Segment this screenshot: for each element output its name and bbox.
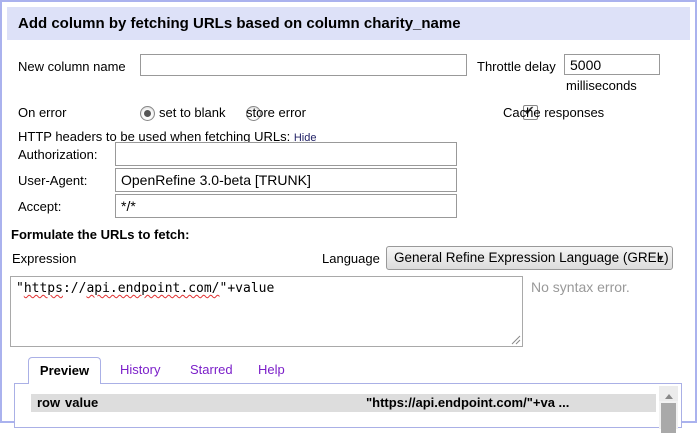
preview-panel: row value "https://api.endpoint.com/"+va… xyxy=(14,383,682,428)
language-label: Language xyxy=(322,251,380,267)
preview-table-header: row value "https://api.endpoint.com/"+va… xyxy=(31,394,656,412)
expression-text: api.endpoint.com/ xyxy=(86,281,219,296)
column-header-expression[interactable]: "https://api.endpoint.com/"+va ... xyxy=(366,394,569,412)
chevron-down-icon: ▼ xyxy=(656,247,665,270)
formulate-heading: Formulate the URLs to fetch: xyxy=(11,227,189,242)
authorization-input[interactable] xyxy=(115,142,457,166)
dialog-title: Add column by fetching URLs based on col… xyxy=(7,7,690,40)
column-header-row[interactable]: row xyxy=(37,394,60,412)
resize-handle-icon[interactable] xyxy=(511,335,521,345)
on-error-radio-set-to-blank[interactable] xyxy=(140,106,155,121)
language-select[interactable]: General Refine Expression Language (GREL… xyxy=(386,246,673,270)
header-row-label: Accept: xyxy=(18,199,61,215)
expression-text: :// xyxy=(63,281,86,296)
add-column-fetch-urls-dialog: Add column by fetching URLs based on col… xyxy=(0,0,697,423)
new-column-name-label: New column name xyxy=(18,59,126,75)
user-agent-input[interactable] xyxy=(115,168,457,192)
on-error-option-label[interactable]: set to blank xyxy=(159,105,226,121)
column-header-value[interactable]: value xyxy=(65,394,98,412)
syntax-status: No syntax error. xyxy=(531,279,630,295)
throttle-delay-label: Throttle delay xyxy=(477,59,556,75)
accept-input[interactable] xyxy=(115,194,457,218)
scrollbar-thumb[interactable] xyxy=(661,403,676,433)
scroll-up-icon xyxy=(665,394,673,399)
expression-text: https xyxy=(24,281,63,296)
cache-responses-label[interactable]: Cache responses xyxy=(503,105,604,121)
expression-textarea[interactable]: "https://api.endpoint.com/"+value xyxy=(10,276,523,347)
on-error-option-label[interactable]: store error xyxy=(246,105,306,121)
header-row-label: Authorization: xyxy=(18,147,98,163)
new-column-name-input[interactable] xyxy=(140,54,467,76)
tab-history[interactable]: History xyxy=(120,362,160,377)
tab-starred[interactable]: Starred xyxy=(190,362,233,377)
tab-help[interactable]: Help xyxy=(258,362,285,377)
throttle-delay-input[interactable] xyxy=(564,54,660,75)
language-selected-value: General Refine Expression Language (GREL… xyxy=(394,250,669,265)
expression-text: "+value xyxy=(220,281,275,296)
tab-preview[interactable]: Preview xyxy=(28,357,101,384)
expression-label: Expression xyxy=(12,251,76,267)
throttle-unit-label: milliseconds xyxy=(566,78,637,94)
on-error-label: On error xyxy=(18,105,66,121)
scroll-up-button[interactable] xyxy=(659,386,678,401)
header-row-label: User-Agent: xyxy=(18,173,87,189)
expression-text: " xyxy=(16,281,24,296)
